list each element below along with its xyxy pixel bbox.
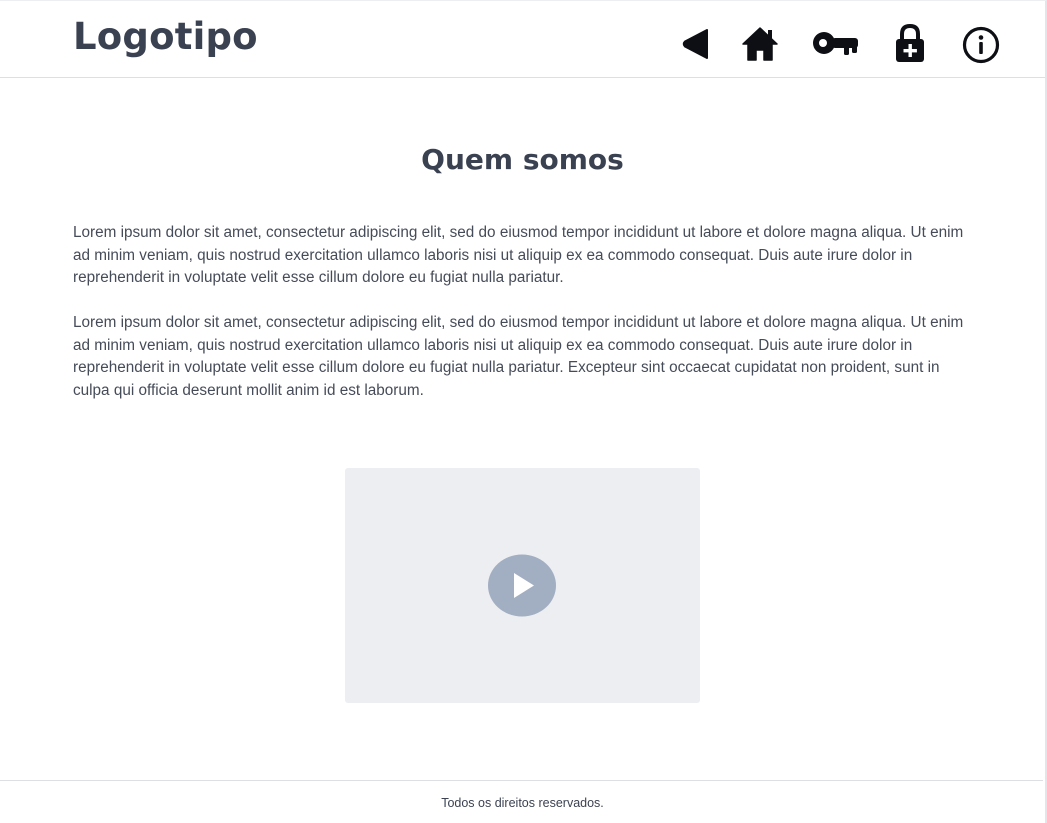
key-icon xyxy=(813,32,858,55)
about-paragraph-1: Lorem ipsum dolor sit amet, consectetur … xyxy=(73,224,964,287)
footer: Todos os direitos reservados. xyxy=(0,780,1043,823)
back-arrow-icon xyxy=(682,29,708,59)
header-nav xyxy=(0,1,1045,78)
lock-add-button[interactable] xyxy=(893,23,927,65)
home-button[interactable] xyxy=(740,25,780,63)
copyright-text: Todos os direitos reservados. xyxy=(441,796,604,810)
lock-plus-icon xyxy=(896,24,924,62)
page: Logotipo Quem somos Lorem ipsum dolor si… xyxy=(0,0,1047,823)
top-header: Logotipo xyxy=(0,1,1045,78)
about-paragraph-2: Lorem ipsum dolor sit amet, consectetur … xyxy=(73,314,964,399)
home-icon xyxy=(742,27,778,61)
info-icon xyxy=(962,26,1000,64)
key-button[interactable] xyxy=(812,27,860,61)
play-icon[interactable] xyxy=(487,554,557,617)
page-title: Quem somos xyxy=(421,143,624,176)
video-player[interactable] xyxy=(345,468,700,703)
info-button[interactable] xyxy=(961,25,1001,65)
back-button[interactable] xyxy=(680,27,710,61)
